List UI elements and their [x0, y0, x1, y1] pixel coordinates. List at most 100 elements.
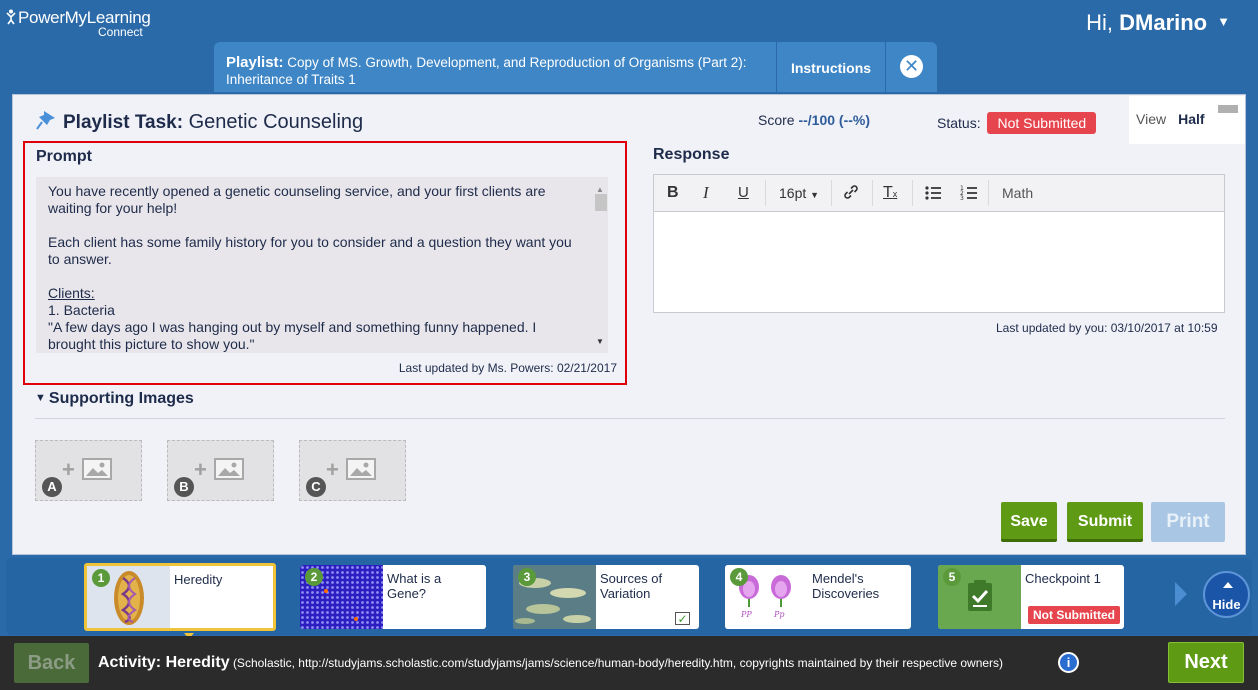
- activity-title: Heredity: [174, 572, 223, 587]
- prompt-label: Prompt: [36, 148, 92, 165]
- activity-number: 2: [305, 568, 323, 586]
- status-badge: Not Submitted: [987, 112, 1097, 134]
- activity-info: Activity: Heredity (Scholastic, http://s…: [98, 654, 1003, 672]
- close-tab: ✕: [886, 42, 937, 92]
- bold-icon[interactable]: B: [667, 184, 679, 202]
- save-button[interactable]: Save: [1001, 502, 1057, 542]
- font-size-select[interactable]: 16pt ▼: [779, 185, 819, 201]
- scrollbar[interactable]: ▲ ▼: [592, 177, 608, 353]
- activity-card-variation[interactable]: 3 Sources of Variation ✓: [513, 565, 699, 629]
- editor-body[interactable]: [654, 212, 1224, 312]
- activity-card-checkpoint[interactable]: 5 Checkpoint 1 Not Submitted: [938, 565, 1124, 629]
- prompt-section: Prompt You have recently opened a geneti…: [23, 141, 627, 385]
- scroll-right-icon[interactable]: [1175, 582, 1187, 606]
- task-name: Genetic Counseling: [188, 111, 364, 133]
- supporting-images-toggle[interactable]: ▼ Supporting Images: [35, 390, 194, 408]
- image-icon: [346, 458, 376, 480]
- prompt-paragraph: Each client has some family history for …: [48, 234, 572, 267]
- next-button[interactable]: Next: [1168, 642, 1244, 683]
- chevron-down-icon: ▼: [1217, 14, 1230, 29]
- chevron-up-icon: [1223, 582, 1233, 588]
- caret-down-icon: ▼: [35, 392, 46, 404]
- slot-letter: A: [42, 477, 62, 497]
- divider: [35, 418, 1225, 419]
- logo-figure-icon: [6, 9, 16, 25]
- instructions-tab[interactable]: Instructions: [777, 42, 885, 92]
- response-updated: Last updated by you: 03/10/2017 at 10:59: [996, 321, 1218, 335]
- plus-icon: +: [194, 457, 207, 482]
- user-menu[interactable]: Hi, DMarino ▼: [1086, 10, 1230, 36]
- view-value: Half: [1178, 111, 1205, 127]
- pushpin-icon: [36, 111, 55, 130]
- info-icon[interactable]: i: [1058, 652, 1079, 673]
- view-toggle-icon[interactable]: [1218, 105, 1238, 113]
- playlist-tab[interactable]: Playlist: Copy of MS. Growth, Developmen…: [214, 42, 776, 92]
- italic-icon[interactable]: I: [703, 183, 709, 203]
- scroll-thumb[interactable]: [595, 194, 607, 211]
- username: DMarino: [1119, 10, 1208, 35]
- svg-text:Pp: Pp: [773, 610, 785, 619]
- logo-subtext: Connect: [98, 25, 143, 39]
- link-icon[interactable]: [842, 183, 860, 204]
- playlist-title: Copy of MS. Growth, Development, and Rep…: [226, 55, 747, 87]
- toolbar-separator: [988, 180, 989, 206]
- activity-title: What is a Gene?: [387, 571, 442, 601]
- status: Status: Not Submitted: [937, 112, 1097, 134]
- app-logo[interactable]: PowerMyLearning Connect: [6, 8, 151, 39]
- clients-label: Clients:: [48, 285, 95, 301]
- supporting-images-label: Supporting Images: [48, 390, 194, 407]
- toolbar-separator: [831, 180, 832, 206]
- client-quote: "A few days ago I was hanging out by mys…: [48, 319, 537, 352]
- submit-button[interactable]: Submit: [1067, 502, 1143, 542]
- prompt-paragraph: You have recently opened a genetic couns…: [48, 183, 546, 216]
- toolbar-separator: [765, 180, 766, 206]
- view-toggle[interactable]: View Half: [1129, 96, 1245, 144]
- activity-number: 1: [92, 569, 110, 587]
- activity-title: Sources of Variation: [600, 571, 663, 601]
- scroll-down-icon[interactable]: ▼: [596, 333, 604, 350]
- activity-card-heredity[interactable]: 1 Heredity: [84, 563, 276, 631]
- activity-card-gene[interactable]: 2 What is a Gene?: [300, 565, 486, 629]
- image-icon: [82, 458, 112, 480]
- task-panel: Playlist Task: Genetic Counseling Score …: [12, 94, 1246, 555]
- checkmark-icon: ✓: [675, 612, 690, 625]
- image-slot-a[interactable]: + A: [35, 440, 142, 501]
- score-label: Score: [758, 112, 795, 128]
- close-icon[interactable]: ✕: [900, 55, 923, 78]
- task-label: Playlist Task:: [63, 112, 184, 133]
- hide-label: Hide: [1212, 597, 1241, 612]
- activity-source: (Scholastic, http://studyjams.scholastic…: [232, 656, 1004, 670]
- prompt-text[interactable]: You have recently opened a genetic couns…: [36, 177, 608, 353]
- greeting: Hi,: [1086, 10, 1113, 35]
- slot-letter: B: [174, 477, 194, 497]
- score: Score --/100 (--%): [758, 112, 870, 128]
- status-label: Status:: [937, 115, 981, 131]
- toolbar-separator: [872, 180, 873, 206]
- svg-text:PP: PP: [740, 610, 752, 619]
- activity-number: 3: [518, 568, 536, 586]
- image-slot-b[interactable]: + B: [167, 440, 274, 501]
- toolbar-separator: [912, 180, 913, 206]
- response-label: Response: [653, 146, 730, 163]
- font-size-value: 16pt: [779, 185, 807, 201]
- svg-text:3: 3: [960, 195, 964, 202]
- chevron-down-icon: ▼: [810, 190, 820, 200]
- client-item: 1. Bacteria: [48, 302, 115, 318]
- activity-strip: 1 Heredity 2 What is a Gene? 3 Sources o…: [6, 558, 1252, 639]
- print-button[interactable]: Print: [1151, 502, 1225, 542]
- back-button[interactable]: Back: [14, 643, 89, 683]
- hide-button[interactable]: Hide: [1203, 571, 1250, 618]
- clear-format-icon[interactable]: Tx: [883, 184, 897, 202]
- numbered-list-icon[interactable]: 123: [960, 184, 978, 205]
- image-slot-c[interactable]: + C: [299, 440, 406, 501]
- bottom-bar: Back Activity: Heredity (Scholastic, htt…: [0, 636, 1258, 690]
- underline-icon[interactable]: U: [738, 184, 749, 201]
- activity-card-mendel[interactable]: 4 PP Pp Mendel's Discoveries: [725, 565, 911, 629]
- activity-number: 4: [730, 568, 748, 586]
- plus-icon: +: [326, 457, 339, 482]
- bullet-list-icon[interactable]: [924, 184, 942, 205]
- slot-letter: C: [306, 477, 326, 497]
- editor-toolbar: B I U 16pt ▼ Tx 123 Math: [654, 175, 1224, 212]
- math-button[interactable]: Math: [1002, 185, 1033, 201]
- image-icon: [214, 458, 244, 480]
